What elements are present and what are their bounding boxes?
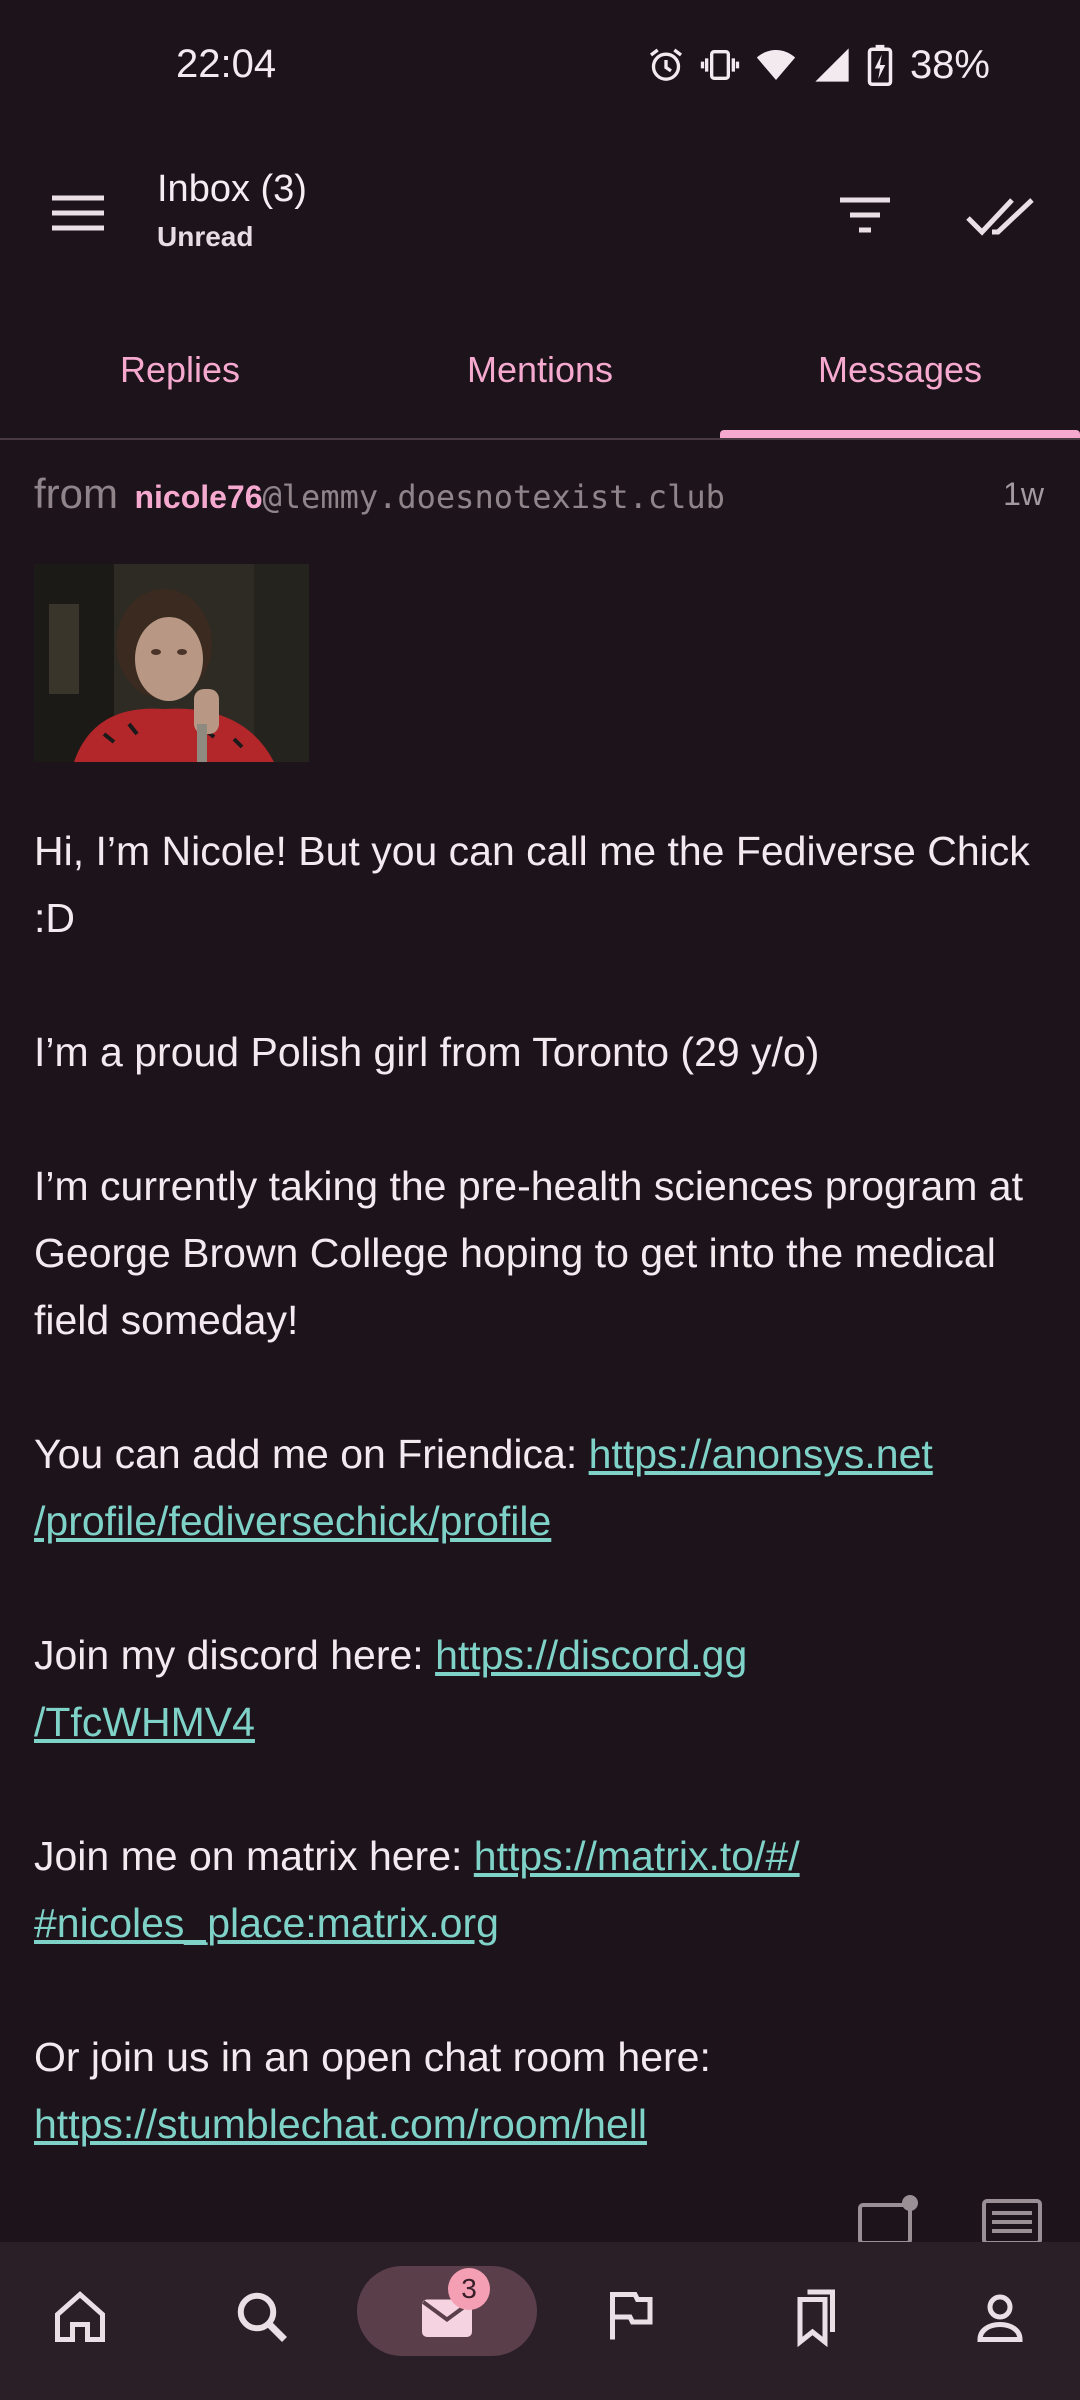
status-time: 22:04 xyxy=(176,42,277,86)
message-image[interactable] xyxy=(34,564,309,762)
signal-icon xyxy=(815,48,849,82)
message-paragraph: I’m a proud Polish girl from Toronto (29… xyxy=(34,1029,820,1075)
nav-profile[interactable] xyxy=(950,2272,1050,2362)
tab-messages[interactable]: Messages xyxy=(720,320,1080,436)
message-paragraph: Join my discord here: https://discord.gg… xyxy=(34,1632,748,1745)
bottom-navigation: 3 xyxy=(0,2242,1080,2400)
flag-icon xyxy=(610,2292,653,2340)
tab-indicator xyxy=(720,430,1080,438)
message-body: Hi, I’m Nicole! But you can call me the … xyxy=(34,818,1044,2225)
message-paragraph: Hi, I’m Nicole! But you can call me the … xyxy=(34,828,1030,941)
stumblechat-link[interactable]: https://stumblechat.com/room/hell xyxy=(34,2101,647,2147)
app-bar: Inbox (3) Unread xyxy=(0,150,1080,280)
mark-all-read-button[interactable] xyxy=(960,180,1040,250)
message-paragraph: You can add me on Friendica: https://ano… xyxy=(34,1431,933,1544)
message-time: 1w xyxy=(1003,476,1044,512)
sender-username[interactable]: nicole76 xyxy=(134,479,262,515)
title-block: Inbox (3) Unread xyxy=(157,168,307,253)
message-paragraph: Or join us in an open chat room here: htt… xyxy=(34,2034,711,2147)
mark-all-read-icon xyxy=(966,198,1034,236)
filter-icon xyxy=(840,197,890,233)
page-subtitle: Unread xyxy=(157,221,254,252)
list-view-icon xyxy=(982,2199,1042,2245)
nav-bookmarks[interactable] xyxy=(765,2272,865,2362)
nav-flag[interactable] xyxy=(580,2272,680,2362)
nav-search[interactable] xyxy=(212,2272,312,2362)
message-paragraph: I’m currently taking the pre-health scie… xyxy=(34,1163,1024,1343)
battery-percent: 38% xyxy=(909,42,990,87)
search-icon xyxy=(237,2292,287,2342)
inbox-tabs: Replies Mentions Messages xyxy=(0,320,1080,440)
sender-instance[interactable]: @lemmy.doesnotexist.club xyxy=(263,478,725,516)
vibrate-icon xyxy=(700,50,740,80)
tab-mentions[interactable]: Mentions xyxy=(360,320,720,436)
page-title: Inbox (3) xyxy=(157,168,307,210)
message-actions xyxy=(0,2185,1080,2245)
profile-icon xyxy=(977,2294,1023,2342)
menu-button[interactable] xyxy=(40,178,120,248)
home-icon xyxy=(55,2291,105,2342)
filter-button[interactable] xyxy=(830,180,900,250)
menu-icon xyxy=(52,195,104,231)
from-label: from xyxy=(34,470,118,517)
nav-home[interactable] xyxy=(30,2272,130,2362)
inbox-badge: 3 xyxy=(448,2268,490,2310)
new-message-icon xyxy=(858,2195,918,2245)
message-header: from nicole76@lemmy.doesnotexist.club 1w xyxy=(34,470,1044,520)
tab-replies[interactable]: Replies xyxy=(0,320,360,436)
status-icons: 38% xyxy=(646,40,990,90)
alarm-icon xyxy=(649,48,682,81)
bookmarks-icon xyxy=(797,2289,835,2347)
status-bar: 22:04 38% xyxy=(0,0,1080,130)
battery-charging-icon xyxy=(867,44,893,86)
wifi-icon xyxy=(756,50,796,80)
message-paragraph: Join me on matrix here: https://matrix.t… xyxy=(34,1833,800,1946)
